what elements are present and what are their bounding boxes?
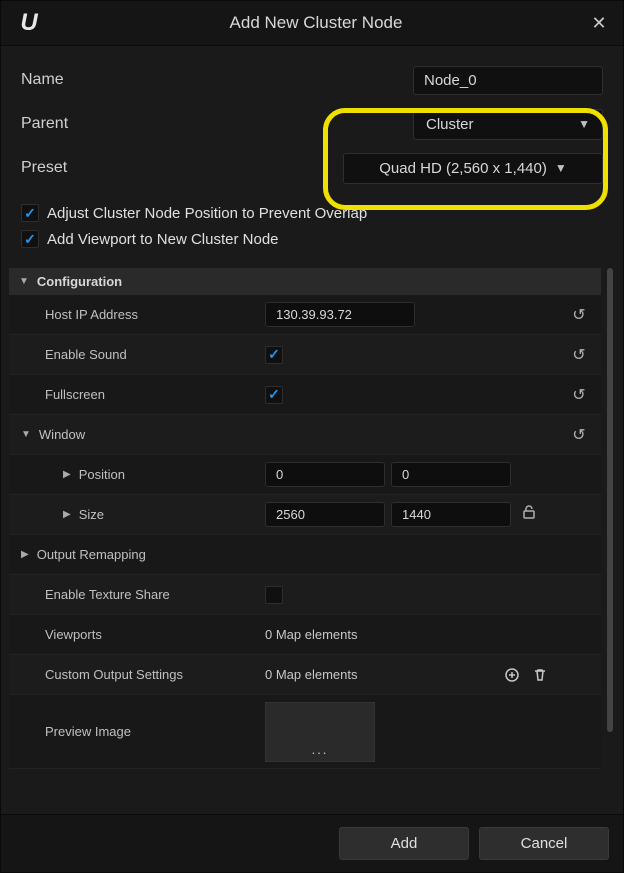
preset-dropdown[interactable]: Quad HD (2,560 x 1,440) ▼ <box>343 153 603 184</box>
host-ip-input[interactable] <box>265 302 415 327</box>
add-icon[interactable] <box>501 664 523 686</box>
lock-open-icon[interactable] <box>521 504 537 525</box>
viewports-label: Viewports <box>9 627 259 642</box>
row-viewports: Viewports 0 Map elements <box>9 615 601 655</box>
size-w-input[interactable] <box>265 502 385 527</box>
adjust-checkbox[interactable] <box>21 204 39 222</box>
preview-image-slot[interactable]: ... <box>265 702 375 762</box>
enable-sound-checkbox[interactable] <box>265 346 283 364</box>
trash-icon[interactable] <box>529 664 551 686</box>
row-parent: Parent Cluster ▼ <box>21 102 603 146</box>
fullscreen-checkbox[interactable] <box>265 386 283 404</box>
scroll-content: Configuration Host IP Address ↺ Enable S… <box>9 268 605 814</box>
reset-icon[interactable]: ↺ <box>572 425 585 445</box>
row-custom-output: Custom Output Settings 0 Map elements <box>9 655 601 695</box>
option-adjust: Adjust Cluster Node Position to Prevent … <box>21 200 603 226</box>
custom-output-label: Custom Output Settings <box>9 667 259 682</box>
top-section: Name Parent Cluster ▼ Preset Quad HD (2,… <box>1 46 623 260</box>
output-remap-label: Output Remapping <box>37 547 146 562</box>
parent-label: Parent <box>21 115 121 133</box>
row-fullscreen: Fullscreen ↺ <box>9 375 601 415</box>
viewports-value: 0 Map elements <box>265 627 358 642</box>
name-input[interactable] <box>413 66 603 95</box>
window-label: Window <box>39 427 85 442</box>
close-icon[interactable]: ✕ <box>589 13 609 33</box>
triangle-down-icon <box>21 429 31 440</box>
preview-label: Preview Image <box>9 724 259 739</box>
section-configuration[interactable]: Configuration <box>9 268 601 295</box>
dialog-title: Add New Cluster Node <box>43 13 589 33</box>
size-label: Size <box>79 507 104 522</box>
preset-value: Quad HD (2,560 x 1,440) <box>379 160 547 177</box>
ellipsis-icon: ... <box>312 742 329 757</box>
reset-icon[interactable]: ↺ <box>572 345 585 365</box>
reset-icon[interactable]: ↺ <box>572 385 585 405</box>
titlebar: U Add New Cluster Node ✕ <box>1 1 623 46</box>
triangle-down-icon <box>19 276 29 287</box>
triangle-right-icon[interactable] <box>63 509 71 520</box>
dialog: U Add New Cluster Node ✕ Name Parent Clu… <box>0 0 624 873</box>
addviewport-label: Add Viewport to New Cluster Node <box>47 231 279 248</box>
reset-icon[interactable]: ↺ <box>572 305 585 325</box>
chevron-down-icon: ▼ <box>555 161 567 175</box>
row-texture-share: Enable Texture Share <box>9 575 601 615</box>
body-area: Configuration Host IP Address ↺ Enable S… <box>1 260 623 814</box>
parent-dropdown[interactable]: Cluster ▼ <box>413 109 603 140</box>
addviewport-checkbox[interactable] <box>21 230 39 248</box>
fullscreen-label: Fullscreen <box>9 387 259 402</box>
position-x-input[interactable] <box>265 462 385 487</box>
size-h-input[interactable] <box>391 502 511 527</box>
row-preview-image: Preview Image ... <box>9 695 601 769</box>
scrollbar-thumb[interactable] <box>607 268 613 732</box>
row-position: Position <box>9 455 601 495</box>
host-ip-label: Host IP Address <box>9 307 259 322</box>
adjust-label: Adjust Cluster Node Position to Prevent … <box>47 205 367 222</box>
position-label: Position <box>79 467 125 482</box>
cancel-button[interactable]: Cancel <box>479 827 609 860</box>
triangle-right-icon <box>21 549 29 560</box>
config-header-label: Configuration <box>37 274 122 289</box>
enable-sound-label: Enable Sound <box>9 347 259 362</box>
unreal-logo-icon: U <box>15 9 43 37</box>
preset-label: Preset <box>21 159 121 177</box>
name-label: Name <box>21 71 121 89</box>
row-preset: Preset Quad HD (2,560 x 1,440) ▼ <box>21 146 603 190</box>
add-button[interactable]: Add <box>339 827 469 860</box>
footer: Add Cancel <box>1 814 623 872</box>
row-size: Size <box>9 495 601 535</box>
texture-share-checkbox[interactable] <box>265 586 283 604</box>
chevron-down-icon: ▼ <box>578 117 590 131</box>
position-y-input[interactable] <box>391 462 511 487</box>
row-name: Name <box>21 58 603 102</box>
scrollbar[interactable] <box>605 268 615 814</box>
option-addviewport: Add Viewport to New Cluster Node <box>21 226 603 252</box>
row-window[interactable]: Window ↺ <box>9 415 601 455</box>
texture-share-label: Enable Texture Share <box>9 587 259 602</box>
custom-output-value: 0 Map elements <box>265 667 495 682</box>
triangle-right-icon[interactable] <box>63 469 71 480</box>
parent-value: Cluster <box>426 116 474 133</box>
row-enable-sound: Enable Sound ↺ <box>9 335 601 375</box>
row-output-remapping[interactable]: Output Remapping <box>9 535 601 575</box>
row-host-ip: Host IP Address ↺ <box>9 295 601 335</box>
